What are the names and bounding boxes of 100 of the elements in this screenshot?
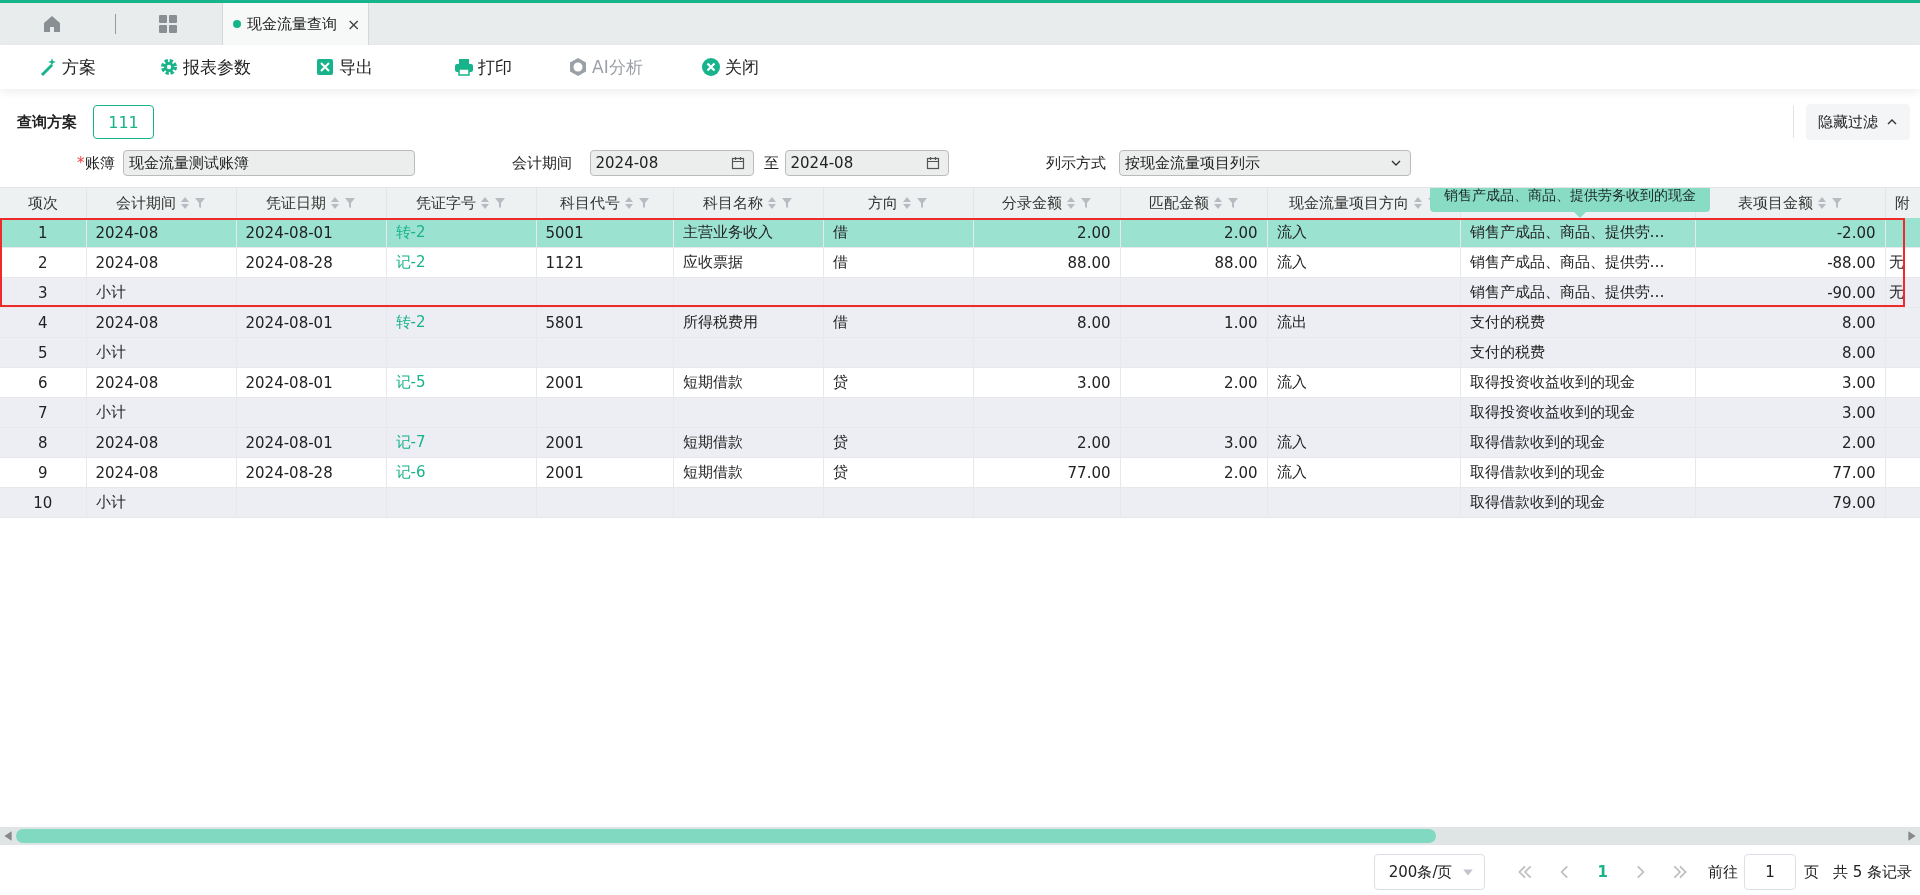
table-cell: 2.00 [1120, 218, 1267, 248]
date-field[interactable]: 2024-08 [784, 150, 949, 176]
page-input[interactable]: 1 [1743, 854, 1796, 890]
printer-icon [454, 57, 474, 77]
scroll-right-icon[interactable] [1906, 830, 1918, 842]
filter-icon[interactable] [1226, 197, 1239, 209]
sort-icon[interactable] [1816, 196, 1827, 210]
table-cell: 小计 [86, 487, 236, 518]
column-header[interactable]: 项次 [0, 188, 86, 218]
toolbar-button[interactable]: 导出 [315, 55, 454, 79]
table-cell: 短期借款 [673, 457, 823, 488]
horizontal-scrollbar[interactable] [0, 827, 1920, 845]
table-cell: 2.00 [973, 218, 1120, 248]
table-cell: 2.00 [1120, 367, 1267, 398]
filter-icon[interactable] [344, 197, 356, 209]
column-header[interactable]: 方向 [823, 188, 973, 218]
toolbar-button[interactable]: 报表参数 [159, 55, 315, 79]
grid-icon[interactable] [158, 14, 178, 34]
spreadsheet-icon [315, 57, 335, 77]
column-header[interactable]: 会计期间 [86, 188, 236, 218]
table-cell: 1 [0, 218, 86, 248]
calendar-icon [925, 156, 940, 170]
toolbar-button[interactable]: 方案 [38, 55, 159, 79]
column-header[interactable]: 表项目金额 [1695, 188, 1885, 218]
sort-icon[interactable] [180, 196, 190, 210]
page-size-select[interactable]: 200条/页 [1373, 854, 1486, 890]
table-cell: 取得借款收到的现金 [1460, 487, 1695, 518]
column-header[interactable]: 凭证日期 [236, 188, 386, 218]
table-cell: 主营业务收入 [673, 218, 823, 248]
table-cell: 3 [0, 277, 86, 308]
sort-icon[interactable] [1065, 196, 1076, 210]
table-cell: 流出 [1267, 307, 1460, 338]
filter-icon[interactable] [637, 197, 650, 209]
table-cell: 销售产成品、商品、提供劳… [1460, 247, 1695, 278]
toolbar-button[interactable]: 关闭 [701, 55, 759, 79]
table-cell: 借 [823, 218, 973, 248]
table-cell: 2024-08-28 [236, 457, 386, 488]
table-cell: 3.00 [1695, 397, 1885, 428]
filter-icon[interactable] [194, 197, 206, 209]
date-field[interactable]: 2024-08 [589, 150, 754, 176]
table-cell: 无 [1885, 247, 1920, 278]
table-cell: 79.00 [1695, 487, 1885, 518]
scroll-left-icon[interactable] [2, 830, 14, 842]
column-header[interactable]: 科目名称 [673, 188, 823, 218]
table-cell: -90.00 [1695, 277, 1885, 308]
table-cell: 2024-08 [86, 307, 236, 338]
sort-icon[interactable] [902, 196, 912, 210]
table-cell: 6 [0, 367, 86, 398]
sort-icon[interactable] [1212, 196, 1223, 210]
required-mark: * [77, 154, 85, 172]
table-cell: 8.00 [1695, 337, 1885, 368]
column-header[interactable]: 分录金额 [973, 188, 1120, 218]
table-cell: 3.00 [1695, 367, 1885, 398]
display-select[interactable]: 按现金流量项目列示 [1118, 150, 1411, 176]
page-tab[interactable]: 现金流量查询 × [222, 3, 370, 45]
close-icon [701, 57, 721, 77]
table-cell: 2024-08 [86, 218, 236, 248]
table-cell: 贷 [823, 457, 973, 488]
table-cell: 2001 [536, 457, 673, 488]
page-unit: 页 [1803, 862, 1819, 882]
table-cell: 2024-08 [86, 367, 236, 398]
table-cell: 小计 [86, 337, 236, 368]
table-cell: 2001 [536, 367, 673, 398]
table-cell: 8 [0, 427, 86, 458]
table-cell: 销售产成品、商品、提供劳… [1460, 277, 1695, 308]
filter-icon[interactable] [494, 197, 506, 209]
table-cell: 1121 [536, 247, 673, 278]
table-cell: 10 [0, 487, 86, 518]
calendar-icon [730, 156, 745, 170]
table-cell: 2024-08-01 [236, 427, 386, 458]
table-cell: 3.00 [973, 367, 1120, 398]
filter-icon[interactable] [1079, 197, 1092, 209]
toolbar-button[interactable]: 打印 [454, 55, 568, 79]
column-header[interactable]: 科目代号 [536, 188, 673, 218]
table-cell: 应收票据 [673, 247, 823, 278]
total-count: 共 5 条记录 [1832, 862, 1912, 882]
tooltip: 销售产成品、商品、提供劳务收到的现金 [1430, 188, 1710, 212]
filter-icon[interactable] [1830, 197, 1843, 209]
column-header[interactable]: 凭证字号 [386, 188, 536, 218]
hide-filter-button[interactable]: 隐藏过滤 [1806, 104, 1910, 140]
sort-icon[interactable] [623, 196, 634, 210]
column-header[interactable]: 附 [1885, 188, 1920, 218]
sort-icon[interactable] [767, 196, 777, 210]
column-header[interactable]: 匹配金额 [1120, 188, 1267, 218]
ledger-field[interactable]: 现金流量测试账簿 [122, 150, 415, 176]
sort-icon[interactable] [330, 196, 340, 210]
table-cell: 流入 [1267, 367, 1460, 398]
table-cell: 短期借款 [673, 367, 823, 398]
filter-icon[interactable] [781, 197, 793, 209]
sort-icon[interactable] [1412, 196, 1423, 210]
home-icon[interactable] [42, 14, 62, 34]
gear-icon [159, 57, 179, 77]
sort-icon[interactable] [480, 196, 490, 210]
table-cell: 流入 [1267, 218, 1460, 248]
table-cell: 所得税费用 [673, 307, 823, 338]
filter-icon[interactable] [916, 197, 928, 209]
close-icon[interactable]: × [347, 14, 361, 34]
table-cell: 4 [0, 307, 86, 338]
table-cell: 2024-08-01 [236, 218, 386, 248]
table-cell: 2024-08 [86, 247, 236, 278]
